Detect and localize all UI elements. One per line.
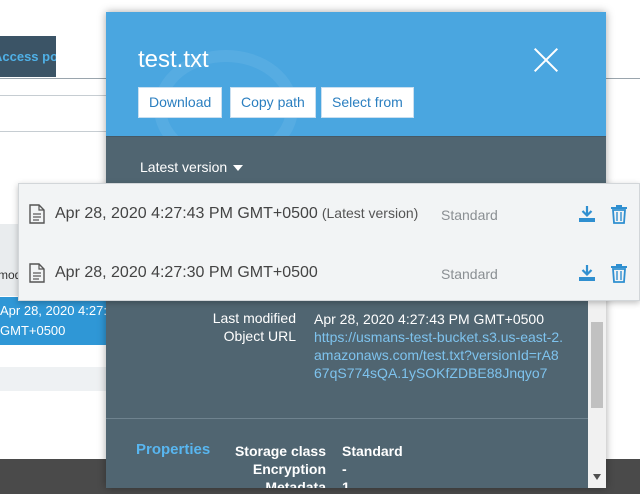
version-storage-class: Standard	[441, 266, 498, 282]
object-url-link[interactable]: https://usmans-test-bucket.s3.us-east-2.…	[314, 328, 564, 382]
close-icon[interactable]	[532, 46, 560, 74]
last-modified-label: Last modified	[212, 310, 296, 326]
version-date: Apr 28, 2020 4:27:43 PM GMT+0500 (Latest …	[55, 205, 419, 222]
object-url-label: Object URL	[223, 328, 296, 344]
version-bar: Latest version	[106, 136, 606, 185]
scroll-down-arrow-icon[interactable]	[593, 474, 601, 480]
trash-icon[interactable]	[610, 204, 628, 224]
encryption-label: Encryption	[252, 461, 326, 477]
trash-icon[interactable]	[610, 263, 628, 283]
version-dropdown: Apr 28, 2020 4:27:43 PM GMT+0500 (Latest …	[18, 183, 640, 301]
latest-version-tag: (Latest version)	[321, 205, 419, 221]
download-button[interactable]: Download	[138, 87, 223, 118]
last-modified-value: Apr 28, 2020 4:27:43 PM GMT+0500	[314, 311, 544, 327]
version-item-latest[interactable]: Apr 28, 2020 4:27:43 PM GMT+0500 (Latest …	[19, 185, 640, 243]
version-storage-class: Standard	[441, 207, 498, 223]
scrollbar-thumb[interactable]	[591, 322, 603, 408]
metadata-label: Metadata	[265, 479, 326, 488]
bg-divider	[0, 131, 120, 132]
select-from-button[interactable]: Select from	[321, 87, 414, 118]
metadata-value: 1	[342, 479, 350, 488]
section-divider	[106, 418, 588, 419]
panel-header: test.txt Download Copy path Select from	[106, 12, 606, 136]
version-menu-toggle[interactable]: Latest version	[140, 159, 244, 175]
version-item[interactable]: Apr 28, 2020 4:27:30 PM GMT+0500 Standar…	[19, 244, 640, 302]
bg-divider	[0, 95, 120, 96]
bg-table-row	[0, 367, 120, 391]
download-icon[interactable]	[577, 263, 597, 283]
storage-class-label: Storage class	[234, 443, 326, 459]
copy-path-button[interactable]: Copy path	[230, 87, 316, 118]
bg-selected-date: Apr 28, 2020 4:27:43 PM	[0, 303, 120, 318]
file-icon	[29, 204, 45, 224]
object-title: test.txt	[138, 46, 209, 73]
access-points-tab[interactable]: Access points	[0, 36, 56, 77]
storage-class-value: Standard	[342, 443, 403, 459]
download-icon[interactable]	[577, 204, 597, 224]
encryption-value: -	[342, 461, 347, 477]
caret-down-icon	[233, 165, 244, 172]
bg-selected-row[interactable]: Apr 28, 2020 4:27:43 PM GMT+0500	[0, 297, 120, 345]
bg-selected-tz: GMT+0500	[0, 323, 66, 338]
file-icon	[29, 263, 45, 283]
panel-scrollbar[interactable]	[588, 292, 606, 488]
version-menu-label: Latest version	[140, 159, 228, 175]
version-date: Apr 28, 2020 4:27:30 PM GMT+0500	[55, 264, 318, 281]
